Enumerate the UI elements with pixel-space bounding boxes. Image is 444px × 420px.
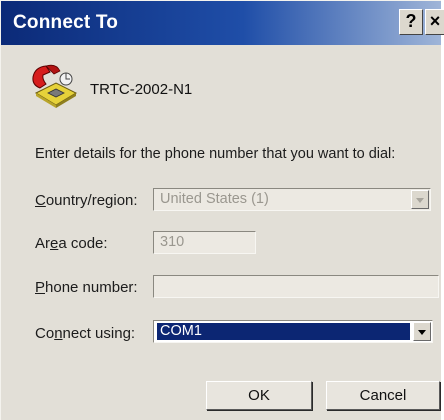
connect-to-dialog: Connect To ? × TRTC-2002-N1 Enter detail… [0, 0, 444, 420]
label-part: hone number: [45, 279, 138, 296]
connect-using-select[interactable]: COM1 [153, 320, 433, 343]
country-region-select[interactable]: United States (1) [153, 188, 431, 211]
connect-using-value: COM1 [157, 323, 410, 340]
phone-number-label: Phone number: [35, 279, 138, 296]
access-key: P [35, 279, 46, 296]
label-part: a code: [58, 235, 108, 252]
help-button[interactable]: ? [399, 9, 423, 35]
country-region-value: United States (1) [160, 191, 269, 207]
connection-name: TRTC-2002-N1 [90, 81, 193, 98]
area-code-label: Area code: [35, 235, 108, 252]
access-key: C [35, 192, 46, 209]
window-title: Connect To [13, 12, 119, 33]
close-button[interactable]: × [425, 9, 444, 35]
instruction-text: Enter details for the phone number that … [35, 146, 396, 162]
country-region-label: Country/region: [35, 192, 138, 209]
phone-number-field[interactable] [153, 275, 439, 298]
connect-using-label: Connect using: [35, 325, 135, 342]
title-bar[interactable]: Connect To ? × [1, 1, 444, 45]
label-part: Ar [35, 235, 50, 252]
cancel-button[interactable]: Cancel [326, 381, 440, 410]
area-code-field[interactable]: 310 [153, 231, 256, 254]
chevron-down-icon[interactable] [411, 190, 429, 209]
chevron-down-icon[interactable] [413, 322, 431, 341]
label-part: nect using: [62, 325, 136, 342]
access-key: n [54, 325, 63, 342]
phone-icon [32, 64, 78, 108]
ok-button[interactable]: OK [206, 381, 312, 410]
label-part: ountry/region: [45, 192, 138, 209]
label-part: Co [35, 325, 55, 342]
